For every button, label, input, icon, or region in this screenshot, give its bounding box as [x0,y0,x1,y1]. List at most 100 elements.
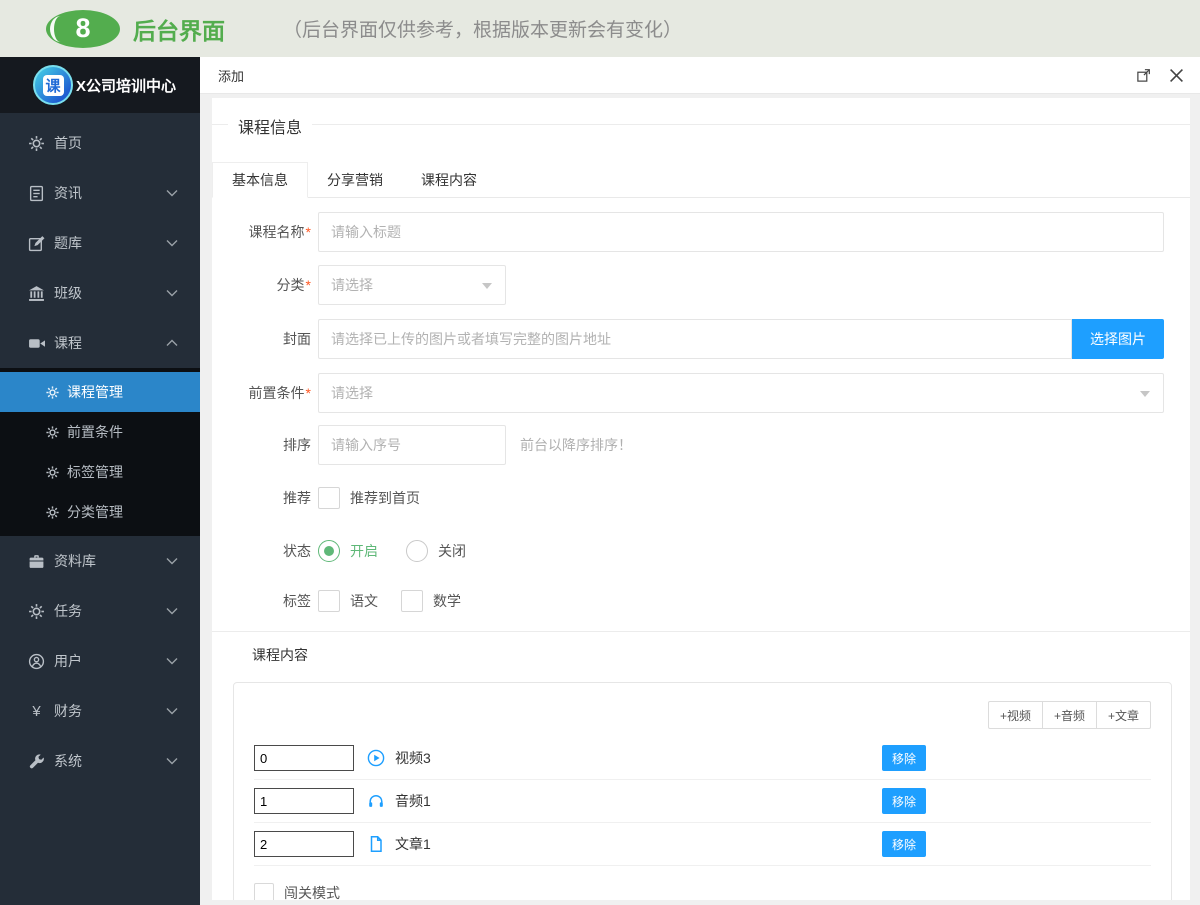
play-circle-icon [367,749,385,767]
sidebar-subitem-label: 分类管理 [67,504,123,520]
main-area: 添加 课程信息 基本信息 分享营销 课程内容 课程名称* 请输入标题 分类* 请… [200,57,1200,905]
wrench-icon [28,753,45,770]
form-row-recommend: 推荐 推荐到首页 [238,487,1164,509]
sidebar-item-home[interactable]: 首页 [0,118,200,168]
field-label: 课程名称* [248,224,311,240]
chevron-down-icon [166,189,178,197]
challenge-mode-checkbox[interactable] [254,883,274,900]
chevron-down-icon [166,239,178,247]
status-off-label: 关闭 [438,543,466,559]
choose-image-button[interactable]: 选择图片 [1072,319,1164,359]
tag-label: 语文 [350,593,378,609]
sidebar-item-label: 班级 [54,285,82,301]
status-off-radio[interactable] [406,540,428,562]
sidebar-logo-header: 课 X公司培训中心 [0,57,200,113]
category-select[interactable]: 请选择 [318,265,506,305]
form-row-status: 状态 开启 关闭 [238,540,1164,562]
prerequisite-select[interactable]: 请选择 [318,373,1164,413]
sidebar-item-library[interactable]: 资料库 [0,536,200,586]
sidebar-item-label: 财务 [54,703,82,719]
modal-header: 添加 [200,57,1200,94]
section-divider: 课程信息 [212,114,1190,138]
remove-button[interactable]: 移除 [882,745,926,771]
status-on-radio[interactable] [318,540,340,562]
item-order-input[interactable] [254,745,354,771]
sidebar-item-question-bank[interactable]: 题库 [0,218,200,268]
mode-row: 闯关模式 [254,866,1151,900]
caret-down-icon [482,283,492,289]
field-label: 分类* [276,277,311,293]
user-icon [28,653,45,670]
bank-icon [28,285,45,302]
section-divider-line [212,631,1190,632]
banner-note: （后台界面仅供参考，根据版本更新会有变化） [283,20,683,41]
sidebar-item-label: 任务 [54,603,82,619]
banner-title: 后台界面 [133,17,225,44]
sidebar-item-finance[interactable]: ¥ 财务 [0,686,200,736]
sidebar-item-prerequisite[interactable]: 前置条件 [0,412,200,452]
number-badge: 8 [46,9,120,48]
sort-input[interactable] [318,425,506,465]
sidebar-item-label: 课程 [54,335,82,351]
tab-bar: 基本信息 分享营销 课程内容 [212,162,1190,198]
news-icon [28,185,45,202]
sidebar-item-news[interactable]: 资讯 [0,168,200,218]
cover-input[interactable] [318,319,1072,359]
sidebar-item-label: 首页 [54,135,82,151]
item-order-input[interactable] [254,788,354,814]
tab-basic-info[interactable]: 基本信息 [212,162,308,198]
sidebar-item-class[interactable]: 班级 [0,268,200,318]
tag-checkbox-chinese[interactable] [318,590,340,612]
chevron-down-icon [166,707,178,715]
remove-button[interactable]: 移除 [882,788,926,814]
course-content-box: +视频 +音频 +文章 视频3 移除 [233,682,1172,900]
form-row-course-name: 课程名称* [238,212,1164,252]
sidebar-item-label: 系统 [54,753,82,769]
app-title: X公司培训中心 [76,77,177,95]
tab-course-content[interactable]: 课程内容 [402,162,496,197]
challenge-mode-label: 闯关模式 [284,885,340,900]
sidebar-item-tag-management[interactable]: 标签管理 [0,452,200,492]
headset-icon [367,792,385,810]
modal-title: 添加 [218,68,245,84]
course-submenu: 课程管理 前置条件 标签管理 分类管理 [0,368,200,536]
sidebar-item-task[interactable]: 任务 [0,586,200,636]
tab-share-marketing[interactable]: 分享营销 [308,162,402,197]
tag-checkbox-math[interactable] [401,590,423,612]
basic-info-form: 课程名称* 分类* 请选择 封面 选择图 [238,198,1164,612]
add-audio-button[interactable]: +音频 [1041,701,1097,729]
form-row-sort: 排序 前台以降序排序！ [238,425,1164,465]
form-row-tags: 标签 语文 数学 [238,590,1164,612]
form-row-category: 分类* 请选择 [238,265,1164,305]
course-name-input[interactable] [318,212,1164,252]
chevron-down-icon [166,657,178,665]
logo-glyph: 课 [42,74,64,96]
add-content-toolbar: +视频 +音频 +文章 [254,701,1151,729]
item-name: 音频1 [395,793,431,809]
field-label: 状态 [283,543,311,559]
sidebar-item-system[interactable]: 系统 [0,736,200,786]
close-icon[interactable] [1169,68,1184,83]
recommend-checkbox[interactable] [318,487,340,509]
maximize-icon[interactable] [1136,68,1151,83]
sidebar-item-label: 用户 [54,653,82,669]
sidebar-subitem-label: 课程管理 [67,384,123,400]
sidebar-item-category-management[interactable]: 分类管理 [0,492,200,532]
sort-hint: 前台以降序排序！ [520,437,632,453]
sidebar-item-user[interactable]: 用户 [0,636,200,686]
content-section-title: 课程内容 [252,647,308,663]
add-video-button[interactable]: +视频 [987,701,1043,729]
remove-button[interactable]: 移除 [882,831,926,857]
required-asterisk: * [305,224,311,240]
chevron-down-icon [166,607,178,615]
item-order-input[interactable] [254,831,354,857]
content-item-row: 视频3 移除 [254,737,1151,780]
modal-body: 课程信息 基本信息 分享营销 课程内容 课程名称* 分类* 请选择 [200,94,1200,905]
item-name: 文章1 [395,836,431,852]
content-item-list: 视频3 移除 音频1 移除 [254,737,1151,866]
add-article-button[interactable]: +文章 [1095,701,1151,729]
sidebar-item-course-management[interactable]: 课程管理 [0,372,200,412]
gear-icon [46,425,59,439]
status-on-label: 开启 [350,543,378,559]
sidebar-item-course[interactable]: 课程 [0,318,200,368]
